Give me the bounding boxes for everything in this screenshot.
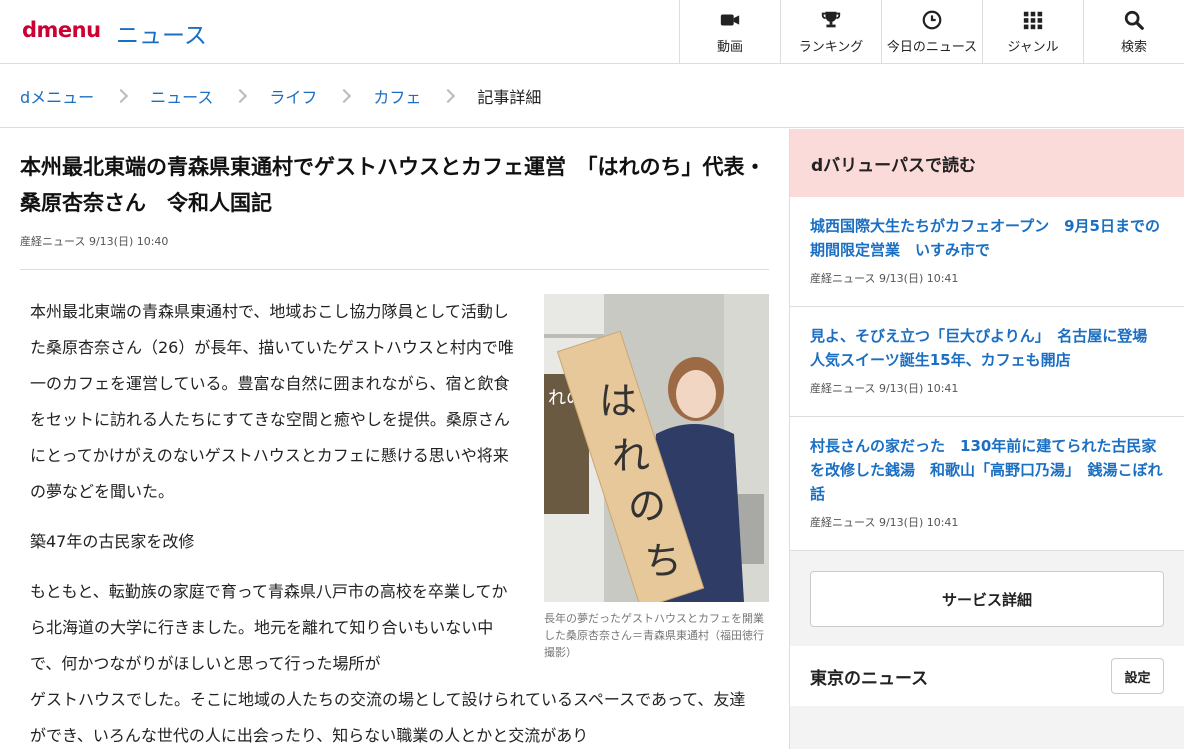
chevron-right-icon xyxy=(114,88,129,103)
nav-today-label: 今日のニュース xyxy=(886,40,978,55)
service-details-button[interactable]: サービス詳細 xyxy=(810,571,1164,627)
site-header: dmenu ニュース 動画 ランキング 今日のニュース ジャンル 検索 xyxy=(0,0,1184,64)
sign-char-1: は xyxy=(599,379,637,423)
clock-icon xyxy=(922,10,942,30)
sidebar-article-title[interactable]: 村長さんの家だった 130年前に建てられた古民家を改修した銭湯 和歌山「高野口乃… xyxy=(810,434,1164,506)
nav-today[interactable]: 今日のニュース xyxy=(881,0,982,64)
article-photo: れの は れ の ち 長年の夢だったゲストハウスとカフェを開業した桑原杏奈さん＝ xyxy=(544,294,769,661)
nav-search[interactable]: 検索 xyxy=(1083,0,1184,64)
article-title: 本州最北東端の青森県東通村でゲストハウスとカフェ運営 「はれのち」代表・桑原杏奈… xyxy=(20,155,766,215)
nav-genre-label: ジャンル xyxy=(1007,40,1059,55)
nav-genre[interactable]: ジャンル xyxy=(982,0,1083,64)
article-paragraph-2-cont: ゲストハウスでした。そこに地域の人たちの交流の場として設けられているスペースであ… xyxy=(30,690,746,745)
article-meta: 産経ニュース 9/13(日) 10:40 xyxy=(20,233,769,270)
article-paragraph-1: 本州最北東端の青森県東通村で、地域おこし協力隊員として活動した桑原杏奈さん（26… xyxy=(30,302,514,501)
sign-char-3: の xyxy=(628,484,666,528)
dmenu-logo[interactable]: dmenu xyxy=(22,18,101,42)
sidebar-article[interactable]: 城西国際大生たちがカフェオープン 9月5日までの期間限定営業 いすみ市で 産経ニ… xyxy=(790,197,1184,307)
settings-button[interactable]: 設定 xyxy=(1111,658,1164,694)
article-paragraph-2: もともと、転勤族の家庭で育って青森県八戸市の高校を卒業してから北海道の大学に行き… xyxy=(30,582,508,673)
header-nav: 動画 ランキング 今日のニュース ジャンル 検索 xyxy=(679,0,1184,64)
tokyo-news-title: 東京のニュース xyxy=(810,668,929,689)
nav-video[interactable]: 動画 xyxy=(679,0,780,64)
nav-ranking[interactable]: ランキング xyxy=(780,0,881,64)
chevron-right-icon xyxy=(233,88,248,103)
logo-menu: menu xyxy=(36,18,102,42)
sidebar-article[interactable]: 見よ、そびえ立つ「巨大ぴよりん」 名古屋に登場 人気スイーツ誕生15年、カフェも… xyxy=(790,307,1184,417)
sidebar-article-title[interactable]: 城西国際大生たちがカフェオープン 9月5日までの期間限定営業 いすみ市で xyxy=(810,214,1164,262)
nav-video-label: 動画 xyxy=(716,40,743,55)
crumb-life[interactable]: ライフ xyxy=(269,84,317,108)
sidebar-article-title[interactable]: 見よ、そびえ立つ「巨大ぴよりん」 名古屋に登場 人気スイーツ誕生15年、カフェも… xyxy=(810,324,1164,372)
photo-illustration: れの は れ の ち xyxy=(544,294,769,602)
article-main: 本州最北東端の青森県東通村でゲストハウスとカフェ運営 「はれのち」代表・桑原杏奈… xyxy=(20,129,769,754)
nav-ranking-label: ランキング xyxy=(798,40,864,55)
nav-search-label: 検索 xyxy=(1120,40,1147,55)
photo-caption: 長年の夢だったゲストハウスとカフェを開業した桑原杏奈さん＝青森県東通村（福田徳行… xyxy=(544,612,764,659)
section-title[interactable]: ニュース xyxy=(116,16,207,50)
crumb-current: 記事詳細 xyxy=(477,87,542,107)
logo-d: d xyxy=(22,18,37,42)
sidebar-article[interactable]: 村長さんの家だった 130年前に建てられた古民家を改修した銭湯 和歌山「高野口乃… xyxy=(790,417,1184,551)
chevron-right-icon xyxy=(441,88,456,103)
sign-char-4: ち xyxy=(644,539,682,583)
chevron-right-icon xyxy=(337,88,352,103)
sidebar-article-meta: 産経ニュース 9/13(日) 10:41 xyxy=(810,516,959,529)
sign-char-2: れ xyxy=(612,434,650,478)
dvaluepass-heading: dバリューパスで読む xyxy=(790,129,1184,197)
photo-image[interactable]: れの は れ の ち xyxy=(544,294,769,602)
crumb-cafe[interactable]: カフェ xyxy=(373,84,421,108)
sidebar-article-meta: 産経ニュース 9/13(日) 10:41 xyxy=(810,272,959,285)
crumb-news[interactable]: ニュース xyxy=(150,84,213,108)
sidebar: dバリューパスで読む 城西国際大生たちがカフェオープン 9月5日までの期間限定営… xyxy=(789,129,1184,749)
video-camera-icon xyxy=(720,14,740,26)
article-subheading: 築47年の古民家を改修 xyxy=(30,532,195,551)
tokyo-news-header: 東京のニュース 設定 xyxy=(790,646,1184,706)
trophy-icon xyxy=(821,11,841,28)
sidebar-article-meta: 産経ニュース 9/13(日) 10:41 xyxy=(810,382,959,395)
article-body: れの は れ の ち 長年の夢だったゲストハウスとカフェを開業した桑原杏奈さん＝ xyxy=(20,294,769,754)
crumb-dmenu[interactable]: dメニュー xyxy=(20,84,94,108)
grid-icon xyxy=(1023,11,1043,30)
search-icon xyxy=(1124,10,1144,30)
breadcrumb: dメニュー ニュース ライフ カフェ 記事詳細 xyxy=(0,64,1184,128)
